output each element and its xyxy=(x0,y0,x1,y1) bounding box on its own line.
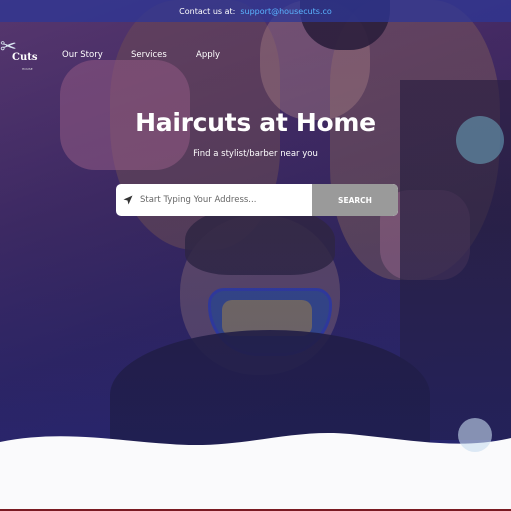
hero-background xyxy=(0,0,511,452)
search-button[interactable]: SEARCH xyxy=(312,184,398,216)
logo-brand-text: Cuts xyxy=(12,52,38,63)
logo[interactable]: ✂ Cuts HOUSE xyxy=(0,34,40,78)
hero-overlay xyxy=(0,0,511,452)
address-search: SEARCH xyxy=(116,184,398,216)
nav-item-services[interactable]: Services xyxy=(131,50,167,60)
nav-item-our-story[interactable]: Our Story xyxy=(62,50,103,60)
content-section xyxy=(0,460,511,511)
location-arrow-icon xyxy=(116,184,138,216)
logo-sub-text: HOUSE xyxy=(22,67,33,71)
hero-title: Haircuts at Home xyxy=(135,108,376,137)
contact-bar: Contact us at: support@housecuts.co xyxy=(0,0,511,22)
hero-subtitle: Find a stylist/barber near you xyxy=(193,149,318,159)
contact-email-link[interactable]: support@housecuts.co xyxy=(240,7,331,16)
decorative-circle-bottom xyxy=(458,418,492,452)
nav-item-apply[interactable]: Apply xyxy=(196,50,220,60)
address-input[interactable] xyxy=(138,184,312,216)
contact-label: Contact us at: xyxy=(179,6,236,16)
